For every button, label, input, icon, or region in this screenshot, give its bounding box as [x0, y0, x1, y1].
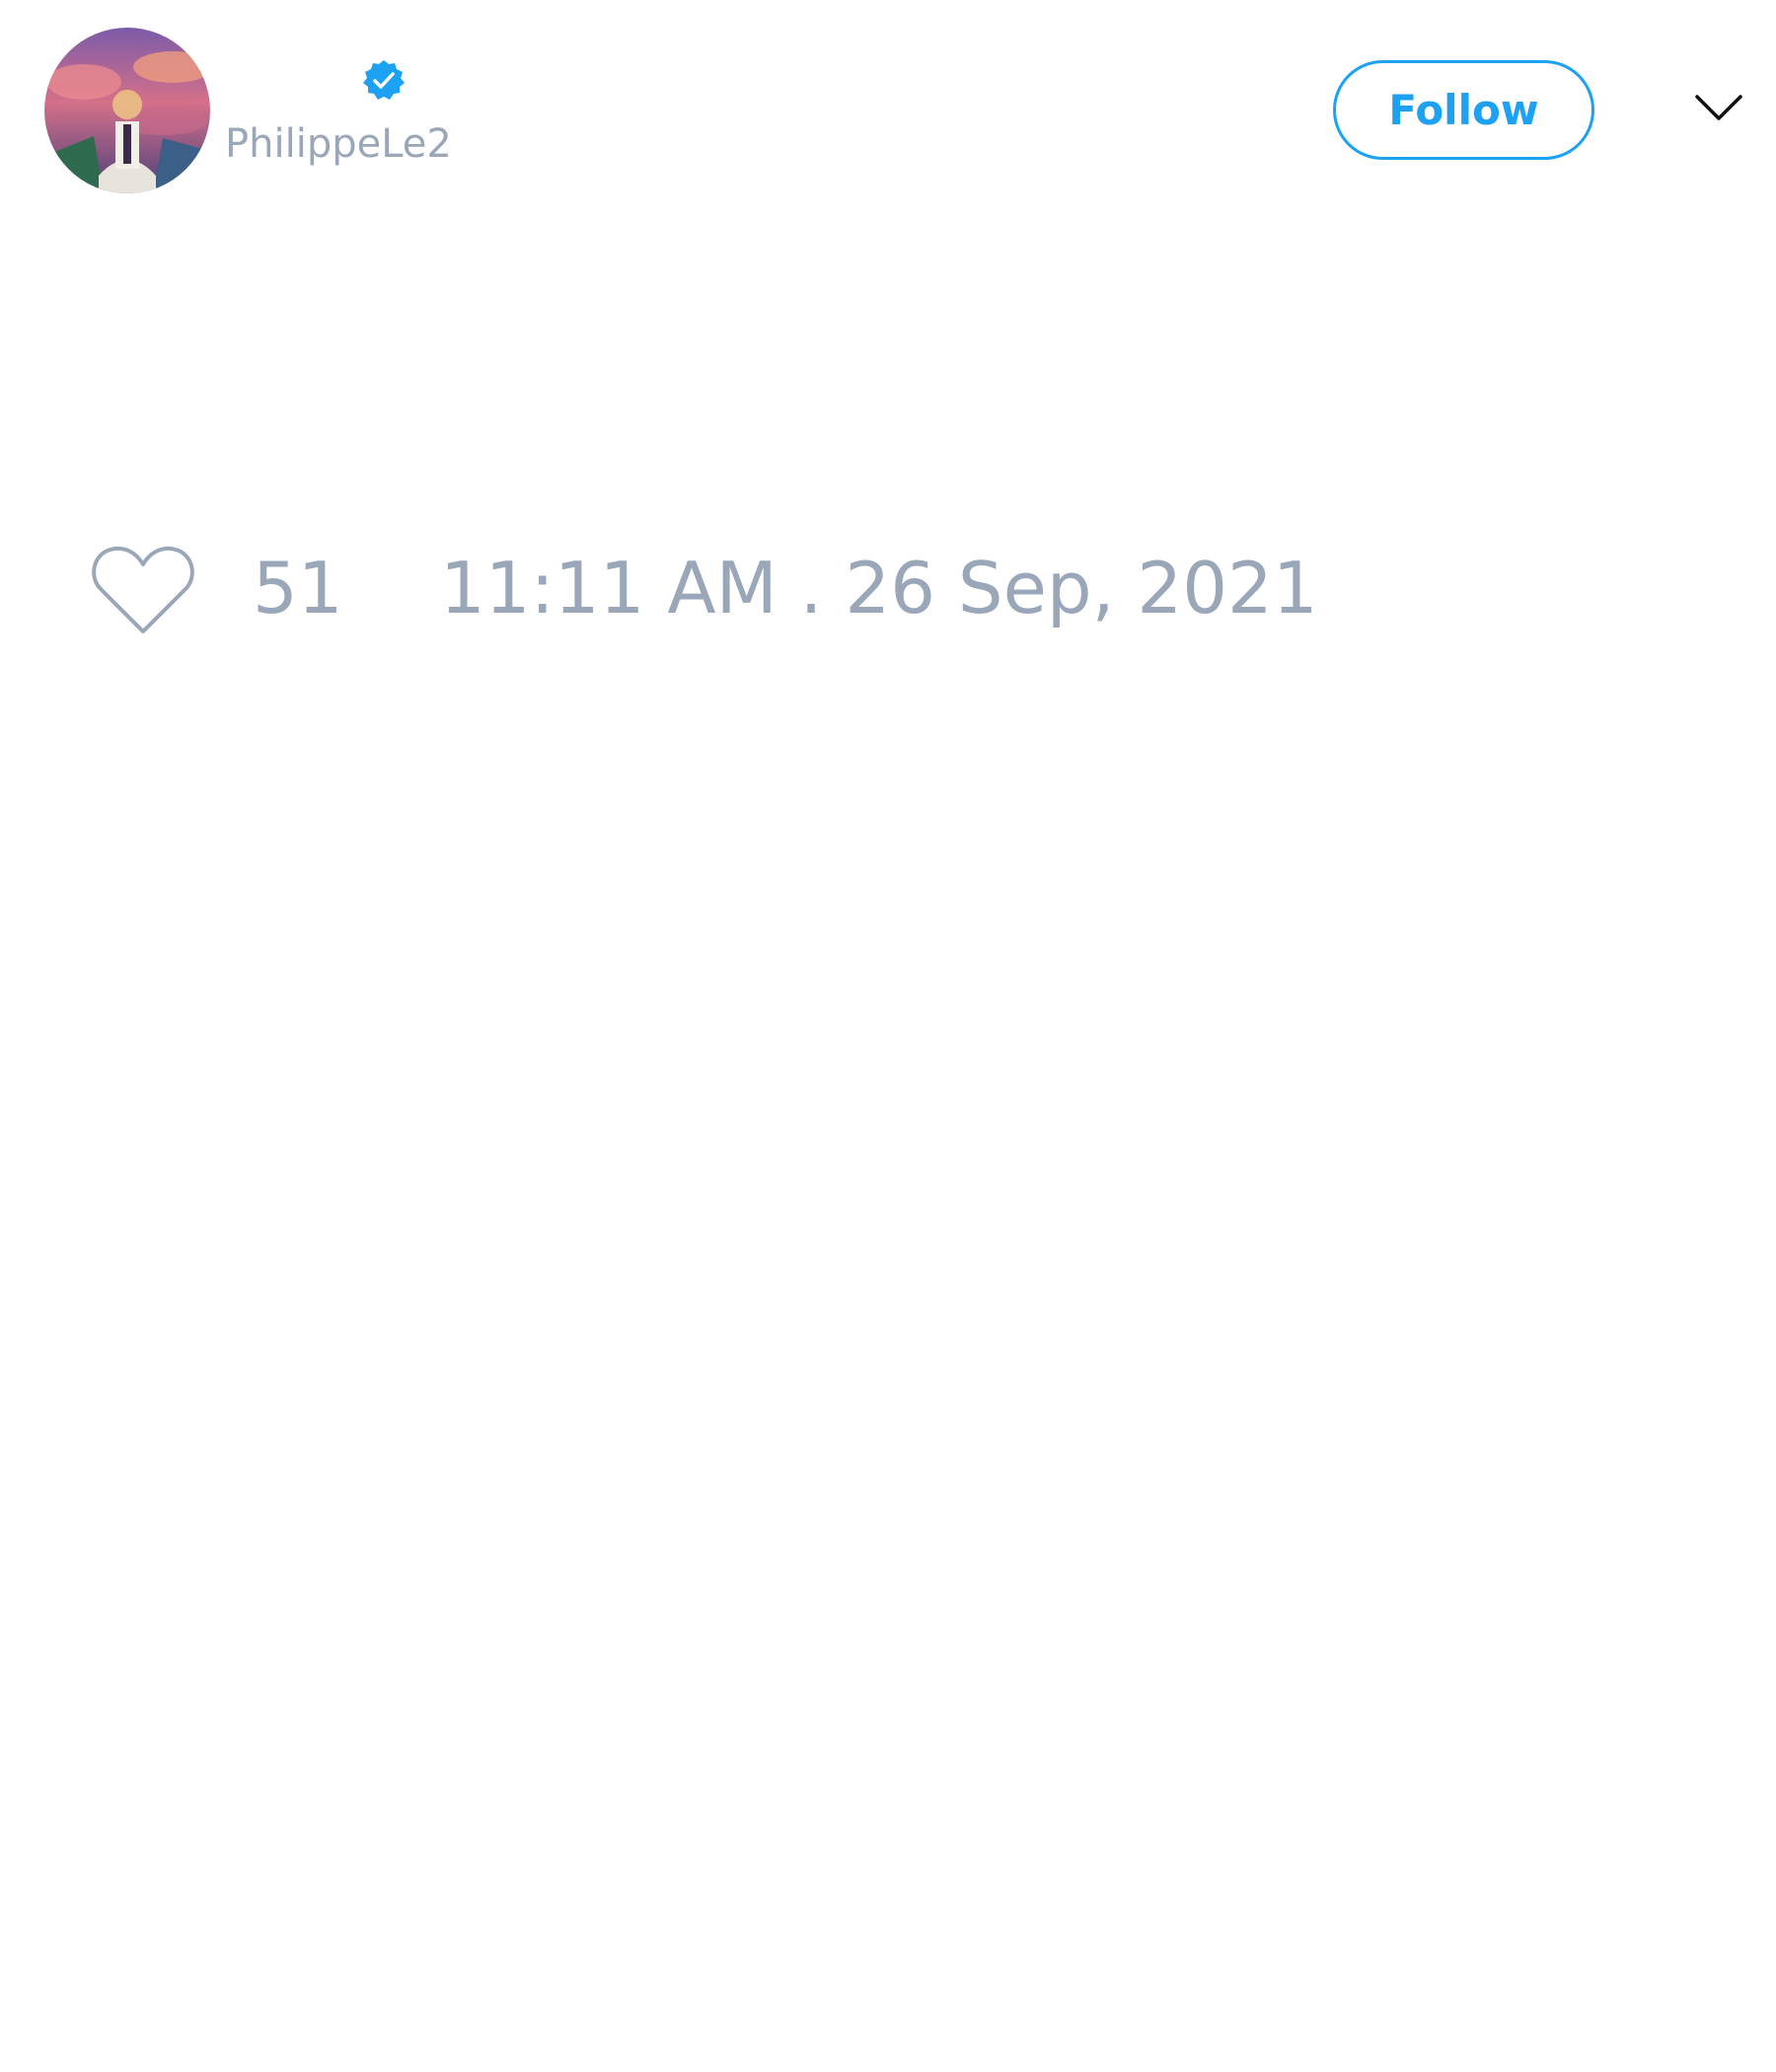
chevron-down-icon[interactable]	[1694, 93, 1743, 122]
avatar-image	[44, 28, 210, 193]
tweet-timestamp[interactable]: 11:11 AM . 26 Sep, 2021	[440, 553, 1318, 624]
like-count: 51	[253, 547, 343, 629]
avatar[interactable]	[44, 28, 210, 193]
author-handle[interactable]: PhilippeLe2	[225, 124, 452, 164]
follow-button[interactable]: Follow	[1333, 60, 1594, 160]
verified-badge-icon	[361, 58, 407, 104]
heart-outline-icon[interactable]	[91, 545, 195, 635]
